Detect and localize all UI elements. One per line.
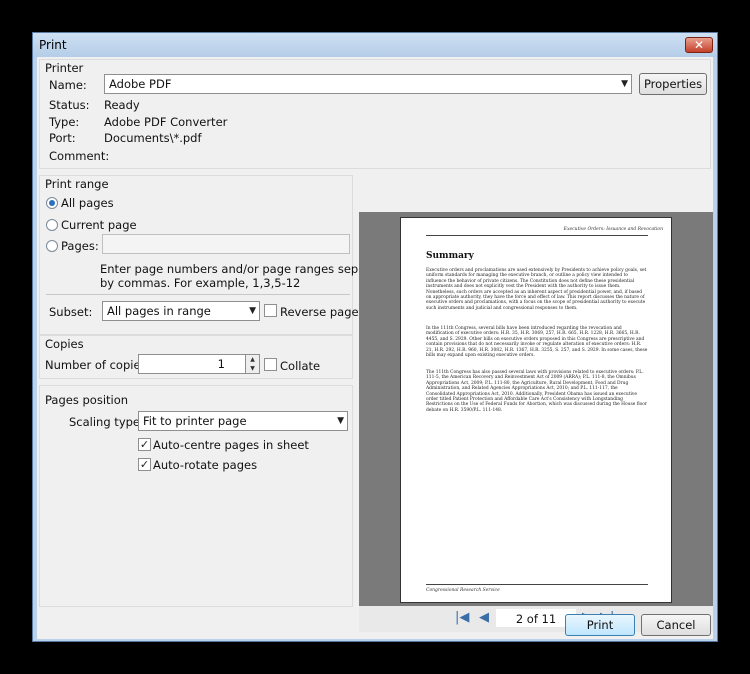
- print-preview: Executive Orders: Issuance and Revocatio…: [359, 212, 713, 606]
- type-value: Adobe PDF Converter: [104, 115, 228, 129]
- collate-checkbox[interactable]: [264, 358, 277, 371]
- auto-rotate-label: Auto-rotate pages: [153, 458, 258, 472]
- reverse-pages-label: Reverse pages: [280, 305, 365, 319]
- chevron-down-icon: ▼: [249, 306, 256, 316]
- printer-group-label: Printer: [45, 61, 84, 75]
- collate-label: Collate: [280, 359, 321, 373]
- scaling-type-label: Scaling type:: [69, 415, 144, 429]
- subset-value: All pages in range: [107, 304, 211, 318]
- pages-radio[interactable]: [46, 240, 58, 252]
- port-label: Port:: [49, 131, 76, 145]
- close-icon: ✕: [693, 38, 705, 52]
- print-button[interactable]: Print: [565, 614, 635, 636]
- name-label: Name:: [49, 78, 87, 92]
- preview-heading: Summary: [426, 251, 474, 261]
- auto-centre-checkbox[interactable]: ✓: [138, 438, 151, 451]
- current-page-label: Current page: [61, 218, 137, 232]
- properties-button[interactable]: Properties: [639, 73, 707, 95]
- printer-name-value: Adobe PDF: [109, 77, 172, 91]
- type-label: Type:: [49, 115, 80, 129]
- auto-rotate-checkbox[interactable]: ✓: [138, 458, 151, 471]
- chevron-down-icon: ▼: [621, 79, 628, 89]
- copies-value: 1: [217, 357, 225, 371]
- dialog-body: Printer Name: Adobe PDF ▼ Properties Sta…: [37, 57, 713, 639]
- print-range-group: Print range All pages Current page Pages…: [39, 175, 396, 335]
- number-of-copies-label: Number of copies:: [45, 358, 151, 372]
- preview-paragraph-1: Executive orders and proclamations are u…: [426, 268, 647, 311]
- all-pages-label: All pages: [61, 196, 114, 210]
- scaling-type-select[interactable]: Fit to printer page ▼: [138, 411, 348, 431]
- pages-position-group: Pages position Scaling type: Fit to prin…: [39, 385, 353, 607]
- printer-group: Printer Name: Adobe PDF ▼ Properties Sta…: [39, 59, 711, 169]
- copies-input[interactable]: 1: [138, 354, 246, 374]
- port-value: Documents\*.pdf: [104, 131, 202, 145]
- arrow-down-icon[interactable]: ▼: [246, 364, 259, 373]
- preview-footer-rule: [426, 584, 648, 585]
- preview-paragraph-2: In the 111th Congress, several bills hav…: [426, 326, 648, 359]
- status-value: Ready: [104, 98, 140, 112]
- pages-hint-line2: by commas. For example, 1,3,5-12: [100, 276, 301, 290]
- print-range-label: Print range: [45, 177, 109, 191]
- first-page-icon[interactable]: |◀: [455, 610, 469, 625]
- auto-centre-label: Auto-centre pages in sheet: [153, 438, 309, 452]
- pages-position-label: Pages position: [45, 393, 129, 407]
- current-page-radio[interactable]: [46, 219, 58, 231]
- scaling-type-value: Fit to printer page: [143, 414, 247, 428]
- arrow-up-icon[interactable]: ▲: [246, 355, 259, 364]
- range-divider: [46, 294, 350, 295]
- close-button[interactable]: ✕: [685, 37, 713, 53]
- preview-running-header: Executive Orders: Issuance and Revocatio…: [563, 227, 663, 232]
- copies-group: Copies Number of copies: 1 ▲ ▼ Collate: [39, 335, 353, 379]
- chevron-down-icon: ▼: [337, 416, 344, 426]
- previous-page-icon[interactable]: ◀: [479, 610, 489, 625]
- cancel-button[interactable]: Cancel: [641, 614, 711, 636]
- copies-label: Copies: [45, 337, 84, 351]
- pages-hint-line1: Enter page numbers and/or page ranges se…: [100, 262, 396, 276]
- preview-header-rule: [426, 235, 648, 236]
- comment-label: Comment:: [49, 149, 110, 163]
- preview-footer: Congressional Research Service: [426, 588, 500, 593]
- reverse-pages-checkbox[interactable]: [264, 304, 277, 317]
- printer-name-select[interactable]: Adobe PDF ▼: [104, 74, 632, 94]
- subset-select[interactable]: All pages in range ▼: [102, 301, 260, 321]
- subset-label: Subset:: [49, 305, 93, 319]
- preview-paragraph-3: The 111th Congress has also passed sever…: [426, 370, 648, 413]
- preview-page: Executive Orders: Issuance and Revocatio…: [400, 217, 672, 603]
- pages-label: Pages:: [61, 239, 99, 253]
- window-title: Print: [39, 38, 67, 52]
- checkmark-icon: ✓: [139, 458, 150, 471]
- all-pages-radio[interactable]: [46, 197, 58, 209]
- title-bar[interactable]: Print ✕: [33, 33, 717, 57]
- print-dialog: Print ✕ Printer Name: Adobe PDF ▼ Proper…: [32, 32, 718, 642]
- pages-input[interactable]: [102, 234, 350, 254]
- copies-stepper[interactable]: ▲ ▼: [245, 354, 260, 374]
- checkmark-icon: ✓: [139, 438, 150, 451]
- status-label: Status:: [49, 98, 90, 112]
